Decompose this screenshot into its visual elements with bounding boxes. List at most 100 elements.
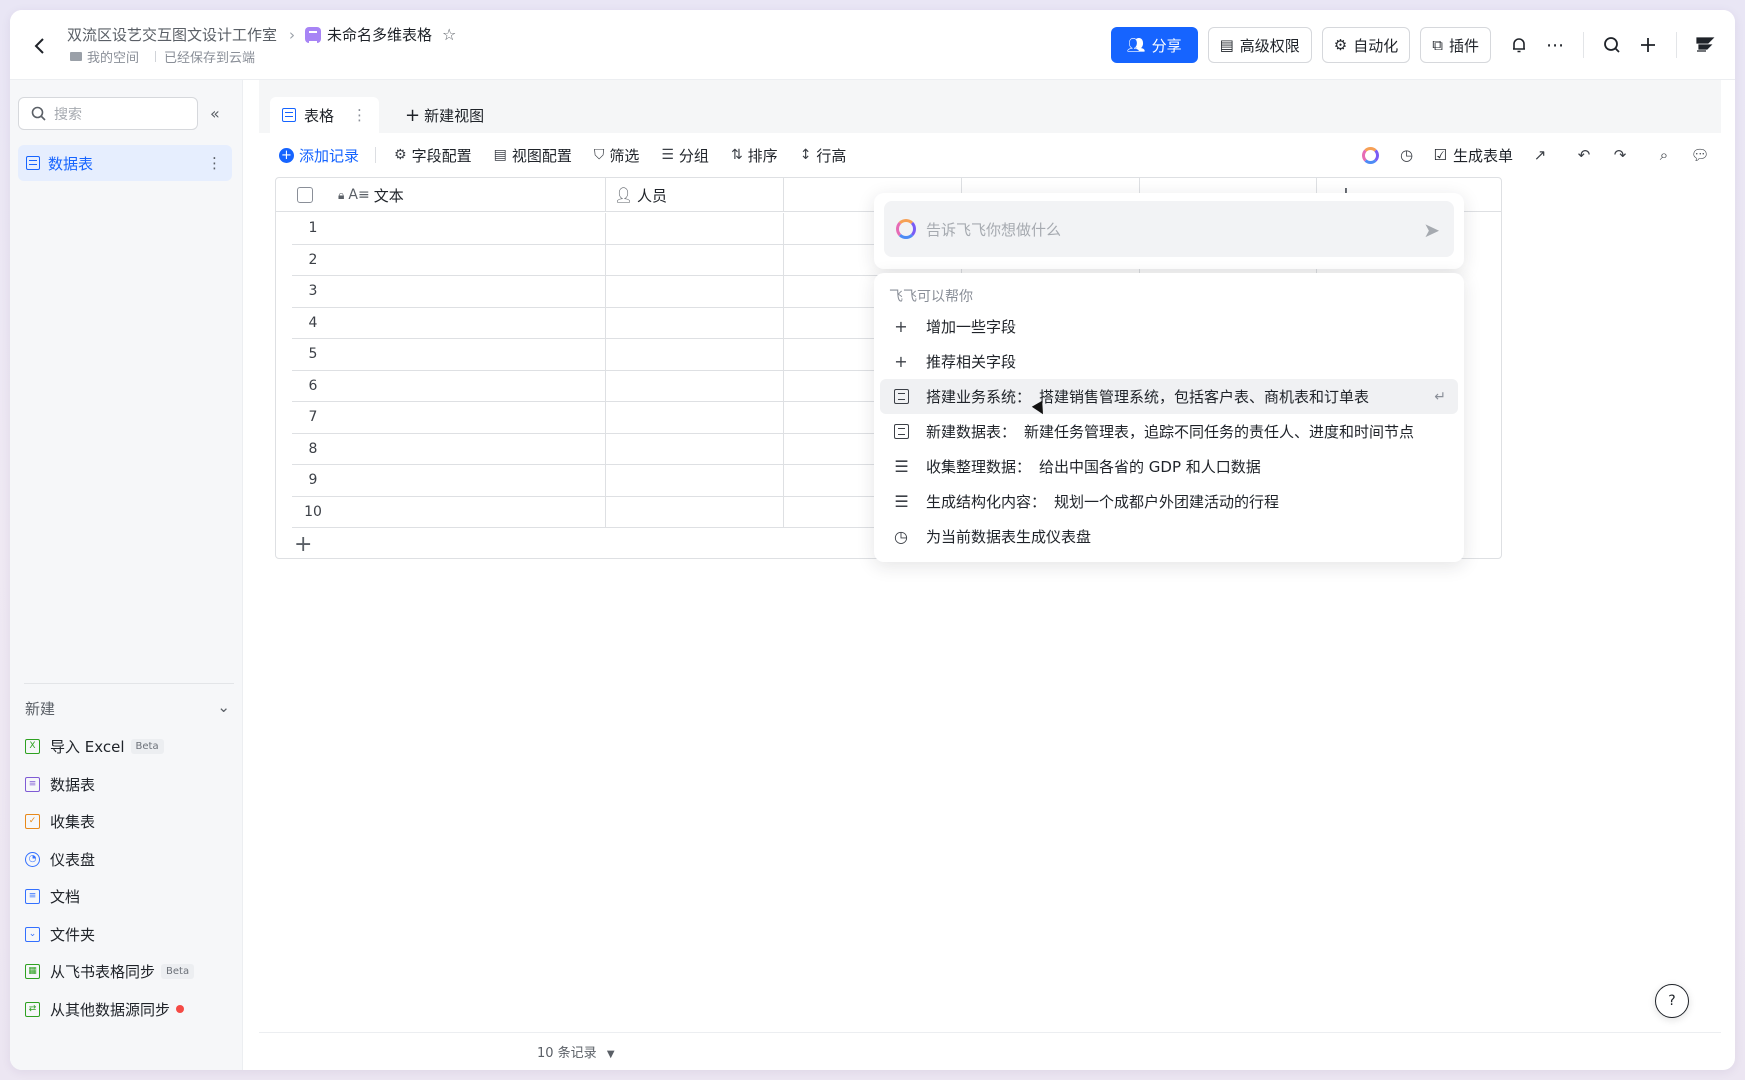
automation-button[interactable]: ⚙ 自动化 xyxy=(1321,27,1411,63)
share-button[interactable]: 👥︎ 分享 xyxy=(1110,27,1198,63)
filter-icon: ⛉ xyxy=(593,147,605,163)
view-tabs: 表格 ⋮ + 新建视图 xyxy=(259,97,1721,133)
ai-suggestion-recommend-fields[interactable]: + 推荐相关字段 xyxy=(880,344,1458,379)
history-icon[interactable]: ◷ xyxy=(1398,146,1416,164)
status-footer: 10 条记录 ▼ xyxy=(259,1032,1721,1070)
sheet-icon: ▦ xyxy=(25,964,40,980)
new-item-datatable[interactable]: ≡ 数据表 xyxy=(25,766,194,804)
group-icon: ☰ xyxy=(661,147,674,163)
more-vertical-icon[interactable]: ⋮ xyxy=(352,106,367,124)
sort-button[interactable]: ⇅ 排序 xyxy=(731,145,778,166)
column-header-text[interactable]: 🔒︎ A≡ 文本 xyxy=(334,178,606,212)
divider xyxy=(375,147,377,163)
field-config-button[interactable]: ⚙ 字段配置 xyxy=(394,145,472,166)
comment-icon[interactable]: 💬︎ xyxy=(1690,146,1709,164)
new-item-dashboard[interactable]: ◔ 仪表盘 xyxy=(25,841,194,879)
undo-icon[interactable]: ↶ xyxy=(1575,146,1593,164)
select-all-checkbox[interactable] xyxy=(297,187,313,203)
ai-suggestion-text: 为当前数据表生成仪表盘 xyxy=(926,528,1092,546)
help-icon[interactable]: ? xyxy=(1655,984,1689,1018)
dashboard-icon: ◷ xyxy=(894,527,908,546)
send-icon[interactable]: ➤ xyxy=(1423,218,1440,242)
new-item-sync-other[interactable]: ⇄ 从其他数据源同步 xyxy=(25,991,194,1029)
add-row-button[interactable]: + xyxy=(294,532,312,557)
form-check-icon: ☑ xyxy=(1433,146,1447,164)
record-count[interactable]: 10 条记录 ▼ xyxy=(537,1042,615,1061)
doc-title[interactable]: 未命名多维表格 xyxy=(327,24,432,45)
collapse-sidebar-icon[interactable]: « xyxy=(210,104,220,123)
new-item-label: 数据表 xyxy=(50,775,96,794)
doc-subline: 我的空间 已经保存到云端 xyxy=(70,47,255,66)
new-item-label: 导入 Excel xyxy=(50,738,125,757)
dashboard-icon: ◔ xyxy=(25,851,40,867)
space-label[interactable]: 我的空间 xyxy=(87,47,139,66)
users-icon: 👥︎ xyxy=(1126,36,1146,54)
app-logo-icon[interactable] xyxy=(1687,27,1723,63)
form-icon: ✓ xyxy=(25,814,40,830)
new-item-doc[interactable]: ≡ 文档 xyxy=(25,878,194,916)
back-icon[interactable] xyxy=(30,36,50,56)
ai-assistant-icon[interactable] xyxy=(1362,146,1380,164)
ai-suggestion-kind: 生成结构化内容： xyxy=(926,493,1047,511)
ai-suggestion-text: 推荐相关字段 xyxy=(926,353,1017,371)
tab-grid-view[interactable]: 表格 ⋮ xyxy=(270,97,380,133)
more-icon[interactable]: ⋯ xyxy=(1537,27,1573,63)
chevron-down-icon[interactable]: ⌄ xyxy=(217,698,230,719)
new-item-import-excel[interactable]: X 导入 Excel Beta xyxy=(25,728,194,766)
new-item-form[interactable]: ✓ 收集表 xyxy=(25,803,194,841)
ai-suggestion-structured-content[interactable]: ☰ 生成结构化内容： 规划一个成都户外团建活动的行程 xyxy=(880,484,1458,519)
divider xyxy=(1676,32,1677,58)
robot-icon: ⚙ xyxy=(1333,36,1348,54)
search-input[interactable]: 搜索 xyxy=(18,97,198,130)
plugin-button[interactable]: ⧉ 插件 xyxy=(1420,27,1491,63)
filter-label: 筛选 xyxy=(609,146,640,165)
plus-icon: + xyxy=(405,104,421,126)
table-icon xyxy=(892,389,910,404)
ai-suggestion-list: + 增加一些字段 + 推荐相关字段 搭建业务系统： 搭建销售管理系统，包括客户表… xyxy=(880,309,1458,554)
more-vertical-icon[interactable]: ⋮ xyxy=(207,154,222,172)
new-item-sync-sheet[interactable]: ▦ 从飞书表格同步 Beta xyxy=(25,953,195,991)
column-header-person[interactable]: 👤︎ 人员 xyxy=(606,178,784,212)
search-icon[interactable] xyxy=(1594,27,1630,63)
chevron-right-icon: › xyxy=(289,25,296,44)
find-icon[interactable]: ⌕ xyxy=(1655,146,1673,164)
grid-view-icon xyxy=(282,108,296,122)
ai-prompt-input[interactable]: 告诉飞飞你想做什么 ➤ xyxy=(884,201,1454,257)
ai-suggestion-add-fields[interactable]: + 增加一些字段 xyxy=(880,309,1458,344)
star-icon[interactable]: ☆ xyxy=(442,25,456,44)
lock-icon: 🔒︎ xyxy=(338,187,345,202)
divider xyxy=(155,51,157,62)
row-number: 2 xyxy=(308,251,318,268)
share-out-icon[interactable]: ↗ xyxy=(1531,146,1549,164)
new-item-label: 从飞书表格同步 xyxy=(50,963,156,982)
beta-badge: Beta xyxy=(130,739,164,755)
top-bar: 双流区设艺交互图文设计工作室 › 未命名多维表格 ☆ 我的空间 已经保存到云端 … xyxy=(10,10,1735,80)
new-view-button[interactable]: + 新建视图 xyxy=(405,105,484,126)
ai-suggestion-new-table[interactable]: 新建数据表： 新建任务管理表，追踪不同任务的责任人、进度和时间节点 xyxy=(880,414,1458,449)
plus-icon[interactable] xyxy=(1630,27,1666,63)
sidebar-item-datatable[interactable]: 数据表 ⋮ xyxy=(18,145,232,181)
permission-label: 高级权限 xyxy=(1239,36,1300,55)
ai-suggestion-dashboard[interactable]: ◷ 为当前数据表生成仪表盘 xyxy=(880,519,1458,554)
ai-suggestion-kind: 收集整理数据： xyxy=(926,458,1032,476)
breadcrumb-workspace[interactable]: 双流区设艺交互图文设计工作室 xyxy=(67,24,277,45)
row-number: 10 xyxy=(304,503,322,520)
redo-icon[interactable]: ↷ xyxy=(1611,146,1629,164)
view-config-button[interactable]: ▤ 视图配置 xyxy=(494,145,572,166)
new-section-header[interactable]: 新建 ⌄ xyxy=(25,698,230,719)
bell-icon[interactable] xyxy=(1501,27,1537,63)
permission-button[interactable]: ▤ 高级权限 xyxy=(1207,27,1312,63)
permission-icon: ▤ xyxy=(1219,36,1234,54)
ai-suggestion-collect-data[interactable]: ☰ 收集整理数据： 给出中国各省的 GDP 和人口数据 xyxy=(880,449,1458,484)
automation-label: 自动化 xyxy=(1353,36,1399,55)
add-record-button[interactable]: + 添加记录 xyxy=(279,145,359,166)
generate-form-button[interactable]: ☑ 生成表单 xyxy=(1434,145,1513,166)
filter-button[interactable]: ⛉ 筛选 xyxy=(594,145,640,166)
group-button[interactable]: ☰ 分组 xyxy=(661,145,709,166)
new-item-folder[interactable]: ⌄ 文件夹 xyxy=(25,916,194,954)
gear-icon: ⚙ xyxy=(394,147,407,163)
field-config-label: 字段配置 xyxy=(411,146,472,165)
row-height-button[interactable]: ↕ 行高 xyxy=(800,145,847,166)
new-section-label: 新建 xyxy=(25,700,56,718)
ai-suggestion-build-system[interactable]: 搭建业务系统： 搭建销售管理系统，包括客户表、商机表和订单表 ↵ xyxy=(880,379,1458,414)
